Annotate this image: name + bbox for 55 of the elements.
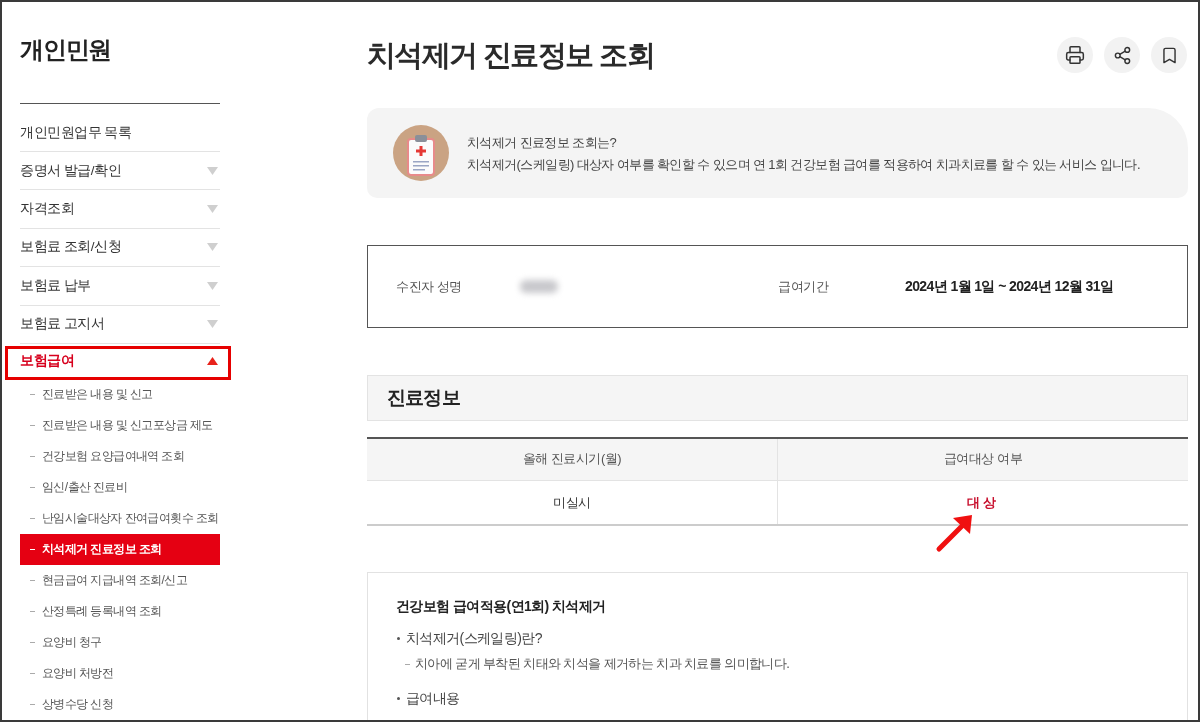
dash-icon bbox=[405, 663, 410, 665]
sidebar-subitem[interactable]: 진료받은 내용 및 신고포상금 제도 bbox=[20, 409, 220, 441]
sidebar-subitem[interactable]: 치석제거 진료정보 조회 bbox=[20, 533, 220, 565]
print-button[interactable] bbox=[1057, 37, 1093, 73]
dash-icon bbox=[30, 486, 35, 488]
dash-icon bbox=[30, 610, 35, 612]
field-value: 2024년 1월 1일 ~ 2024년 12월 31일 bbox=[905, 277, 1114, 296]
share-button[interactable] bbox=[1104, 37, 1140, 73]
table-cell: 대상 bbox=[967, 494, 999, 510]
column-header: 올해 진료시기(월) bbox=[367, 438, 778, 480]
bookmark-button[interactable] bbox=[1151, 37, 1187, 73]
sidebar-subitem[interactable]: 요양비 청구 bbox=[20, 626, 220, 658]
intro-heading: 치석제거 진료정보 조회는? bbox=[467, 133, 618, 152]
clipboard-icon bbox=[393, 125, 449, 181]
guide-title: 건강보험 급여적용(연1회) 치석제거 bbox=[396, 597, 606, 616]
guide-item: 치석제거(스케일링)란? bbox=[406, 629, 542, 648]
sidebar-subitem[interactable]: 임신/출산 진료비 bbox=[20, 471, 220, 503]
page-title: 치석제거 진료정보 조회 bbox=[367, 38, 654, 73]
field-label: 급여기간 bbox=[778, 277, 828, 296]
printer-icon bbox=[1065, 45, 1085, 65]
dash-icon bbox=[30, 579, 35, 581]
bullet-icon bbox=[397, 696, 400, 700]
sidebar-subitem[interactable]: 난임시술대상자 잔여급여횟수 조회 bbox=[20, 502, 220, 534]
dash-icon bbox=[30, 548, 35, 550]
bullet-icon bbox=[397, 636, 400, 640]
share-icon bbox=[1112, 45, 1132, 65]
dash-icon bbox=[30, 703, 35, 705]
dash-icon bbox=[30, 641, 35, 643]
sidebar-item[interactable]: 보험료 납부 bbox=[20, 267, 220, 305]
sidebar-item[interactable]: 자격조회 bbox=[20, 190, 220, 228]
sidebar-item[interactable]: 개인민원업무 목록 bbox=[20, 104, 220, 151]
sidebar-item[interactable]: 증명서 발급/확인 bbox=[20, 152, 220, 190]
blurred-name bbox=[520, 280, 558, 293]
dash-icon bbox=[30, 455, 35, 457]
guide-subitem: 치아에 굳게 부착된 치태와 치석을 제거하는 치과 치료를 의미합니다. bbox=[415, 655, 790, 673]
sidebar-item[interactable]: 보험급여 bbox=[20, 343, 220, 379]
sidebar-subitem[interactable]: 건강보험 요양급여내역 조회 bbox=[20, 440, 220, 472]
column-header: 급여대상 여부 bbox=[777, 438, 1188, 480]
guide-item: 급여내용 bbox=[406, 689, 460, 708]
sidebar-subitem[interactable]: 상병수당 신청 bbox=[20, 688, 220, 720]
sidebar-item[interactable]: 보험료 고지서 bbox=[20, 305, 220, 343]
sidebar-title: 개인민원 bbox=[20, 35, 112, 65]
section-title: 진료정보 bbox=[387, 386, 460, 410]
dash-icon bbox=[30, 672, 35, 674]
sidebar-subitem[interactable]: 산정특례 등록내역 조회 bbox=[20, 595, 220, 627]
sidebar-item[interactable]: 보험료 조회/신청 bbox=[20, 228, 220, 267]
sidebar-subitem[interactable]: 진료받은 내용 및 신고 bbox=[20, 378, 220, 410]
table-cell: 미실시 bbox=[552, 494, 592, 510]
sidebar-subitem[interactable]: 요양비 처방전 bbox=[20, 657, 220, 689]
field-label: 수진자 성명 bbox=[396, 277, 462, 296]
intro-text: 치석제거(스케일링) 대상자 여부를 확인할 수 있으며 연 1회 건강보험 급여를 적용하여 치과치료를 할 수 있는 서비스 입니다. bbox=[467, 155, 1140, 174]
dash-icon bbox=[30, 517, 35, 519]
sidebar-subitem[interactable]: 현금급여 지급내역 조회/신고 bbox=[20, 564, 220, 596]
dash-icon bbox=[30, 424, 35, 426]
dash-icon bbox=[30, 393, 35, 395]
